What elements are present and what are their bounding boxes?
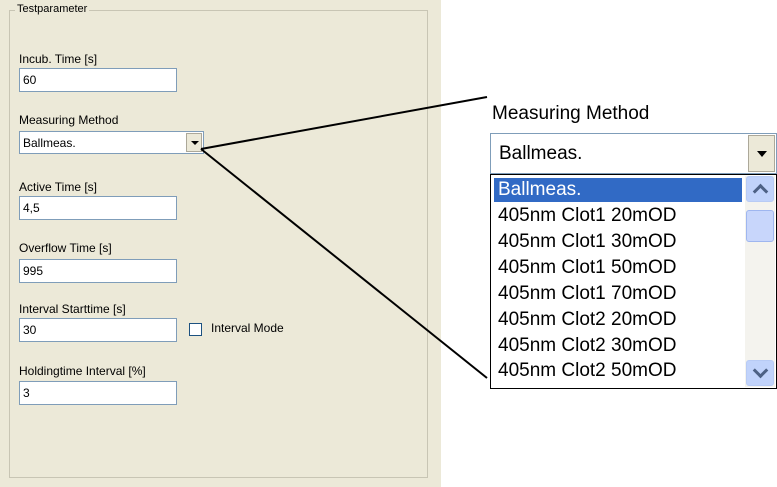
dropdown-option[interactable]: 405nm Clot1 50mOD <box>494 256 742 280</box>
scrollbar-thumb[interactable] <box>746 210 774 242</box>
scroll-down-button[interactable] <box>746 360 774 386</box>
zoom-measuring-method-label: Measuring Method <box>492 103 650 124</box>
dropdown-option[interactable]: 405nm Clot1 20mOD <box>494 204 742 228</box>
callout-line-top <box>200 96 488 150</box>
chevron-up-icon <box>752 183 769 200</box>
zoom-dropdown-list[interactable]: Ballmeas. 405nm Clot1 20mOD 405nm Clot1 … <box>490 174 777 389</box>
dropdown-option[interactable]: 405nm Clot2 30mOD <box>494 334 742 358</box>
zoom-measuring-method-combobox[interactable]: Ballmeas. <box>490 133 777 174</box>
vertical-scrollbar[interactable] <box>745 176 775 387</box>
dropdown-option[interactable]: 405nm Clot2 50mOD <box>494 359 742 383</box>
scroll-up-button[interactable] <box>746 176 774 202</box>
dropdown-option[interactable]: Ballmeas. <box>494 178 742 202</box>
dropdown-option[interactable]: 405nm Clot1 30mOD <box>494 230 742 254</box>
callout-line-bottom <box>200 148 488 379</box>
zoom-combobox-value: Ballmeas. <box>499 143 583 164</box>
dropdown-option[interactable]: 405nm Clot2 20mOD <box>494 308 742 332</box>
dropdown-option[interactable]: 405nm Clot1 70mOD <box>494 282 742 306</box>
chevron-down-icon <box>757 151 767 157</box>
zoom-dropdown-button[interactable] <box>748 135 775 172</box>
chevron-down-icon <box>752 362 769 379</box>
